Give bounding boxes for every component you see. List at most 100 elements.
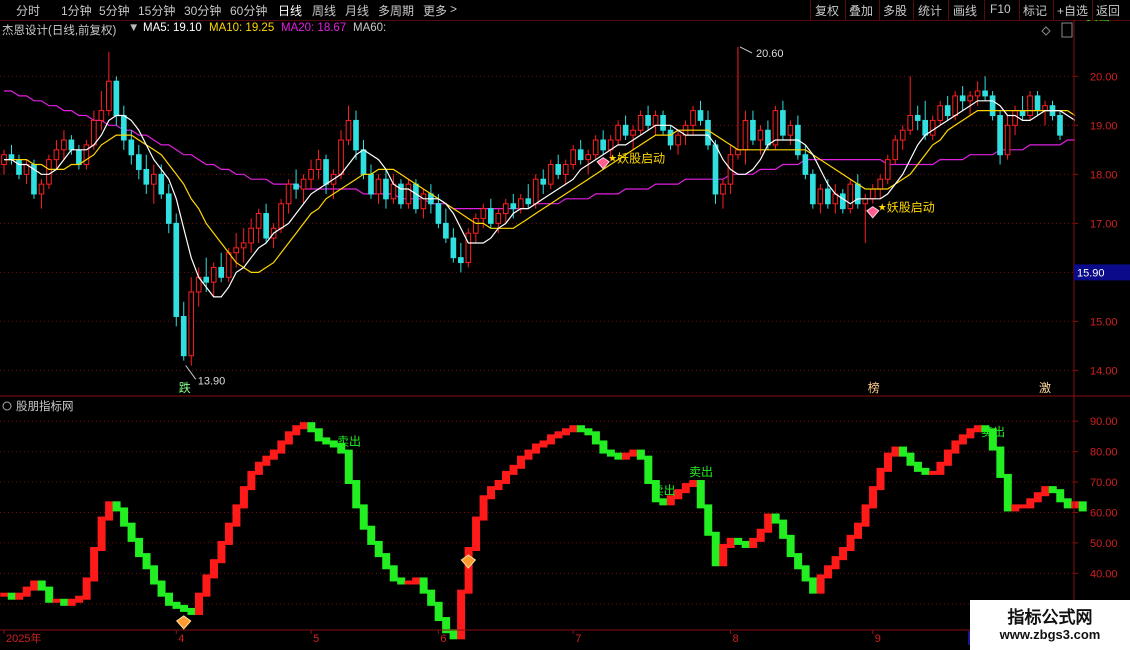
candle-body	[91, 119, 97, 146]
indicator-step	[704, 504, 713, 536]
indicator-step	[202, 574, 211, 597]
candle-body	[742, 119, 749, 151]
back-button[interactable]: 返回	[1096, 2, 1120, 19]
indicator-step	[75, 595, 84, 603]
candle-body	[570, 149, 577, 166]
indicator-step	[419, 577, 428, 594]
indicator-step	[352, 480, 361, 509]
candle-body	[637, 115, 644, 131]
candle-body	[128, 139, 135, 156]
indicator-step	[105, 501, 114, 521]
indicator-step	[37, 580, 46, 591]
indicator-step	[854, 522, 863, 539]
indicator-step	[135, 537, 144, 558]
indicator-settings-icon	[2, 401, 12, 411]
tab-5min[interactable]: 5分钟	[99, 2, 130, 19]
indicator-step	[502, 470, 511, 485]
ma-lines	[4, 100, 1076, 298]
candle-body	[405, 183, 412, 205]
candle-body	[338, 139, 344, 175]
candle-body	[877, 178, 884, 190]
candle-body	[1019, 110, 1026, 117]
indicator-step	[524, 449, 533, 460]
indicator-step	[779, 519, 788, 539]
draw-line-button[interactable]: 画线	[953, 2, 977, 19]
tab-15min[interactable]: 15分钟	[138, 2, 175, 19]
tab-monthly[interactable]: 月线	[345, 2, 369, 19]
date-label: 8	[732, 633, 738, 645]
ma20-line	[4, 90, 1075, 210]
star-icon: ★	[878, 203, 887, 214]
candle-body	[952, 95, 958, 117]
tab-multi-period[interactable]: 多周期	[378, 2, 414, 19]
candle-body	[375, 178, 382, 195]
price-tick-label: 19.00	[1090, 120, 1118, 132]
candle-body	[68, 139, 75, 151]
candle-body	[1034, 95, 1041, 112]
indicator-step	[509, 464, 518, 475]
indicator-step	[277, 440, 286, 454]
indicator-step	[906, 452, 915, 466]
candle-body	[8, 154, 15, 161]
candle-body	[263, 213, 269, 239]
ind-tick-label: 90.00	[1090, 416, 1118, 428]
tab-1min[interactable]: 1分钟	[61, 2, 92, 19]
indicator-step	[696, 480, 705, 509]
indicator-step	[539, 440, 548, 448]
indicator-step	[397, 577, 406, 585]
indicator-step	[629, 449, 638, 457]
candle-body	[143, 168, 150, 185]
candle-body	[510, 203, 517, 210]
statistics-button[interactable]: 统计	[918, 2, 942, 19]
overlay-button[interactable]: 叠加	[849, 2, 873, 19]
signal-label: 妖股启动	[617, 152, 665, 166]
indicator-step	[404, 580, 413, 585]
sell-label: 卖出	[689, 465, 713, 479]
candle-body	[218, 266, 225, 278]
chevron-right-icon[interactable]: >	[450, 2, 457, 16]
candle-body	[255, 213, 262, 229]
candle-body	[525, 198, 532, 205]
candle-body	[555, 164, 562, 175]
candle-body	[345, 119, 352, 141]
indicator-step	[97, 516, 106, 552]
star-icon: ★	[608, 154, 617, 165]
candle-body	[210, 266, 217, 283]
tab-30min[interactable]: 30分钟	[184, 2, 221, 19]
tab-60min[interactable]: 60分钟	[230, 2, 267, 19]
indicator-step	[801, 565, 810, 582]
candle-body	[892, 139, 899, 161]
tab-more[interactable]: 更多	[423, 2, 447, 19]
indicator-step	[1056, 489, 1065, 503]
indicator-step	[367, 525, 376, 545]
multi-stock-button[interactable]: 多股	[883, 2, 907, 19]
indicator-step	[487, 486, 496, 500]
indicator-step	[599, 440, 608, 454]
candle-body	[368, 173, 374, 195]
indicator-step	[269, 449, 278, 460]
candle-body	[630, 129, 636, 136]
candle-body	[308, 168, 314, 180]
tab-fenshi[interactable]: 分时	[16, 2, 40, 19]
tab-daily[interactable]: 日线	[278, 2, 302, 19]
indicator-step	[472, 516, 481, 552]
tab-weekly[interactable]: 周线	[312, 2, 336, 19]
f10-button[interactable]: F10	[990, 2, 1011, 16]
kline-chart-area[interactable]: 20.6013.90★妖股启动★妖股启动卖出卖出卖出卖出卖出跌榜财激 20.00…	[0, 20, 1130, 650]
candle-body	[765, 129, 771, 146]
add-watchlist-button[interactable]: +自选	[1057, 2, 1088, 19]
indicator-step	[621, 452, 630, 460]
mark-button[interactable]: 标记	[1023, 2, 1047, 19]
candle-body	[383, 178, 389, 200]
indicator-step	[299, 422, 308, 430]
candle-body	[907, 115, 914, 131]
candle-body	[420, 193, 427, 210]
indicator-step	[165, 592, 174, 606]
candle-body	[435, 203, 442, 224]
indicator-step	[546, 434, 555, 445]
fuquan-button[interactable]: 复权	[815, 2, 839, 19]
indicator-step	[224, 522, 233, 545]
candle-body	[944, 105, 951, 117]
candle-body	[323, 159, 329, 185]
indicator-step	[532, 443, 540, 454]
